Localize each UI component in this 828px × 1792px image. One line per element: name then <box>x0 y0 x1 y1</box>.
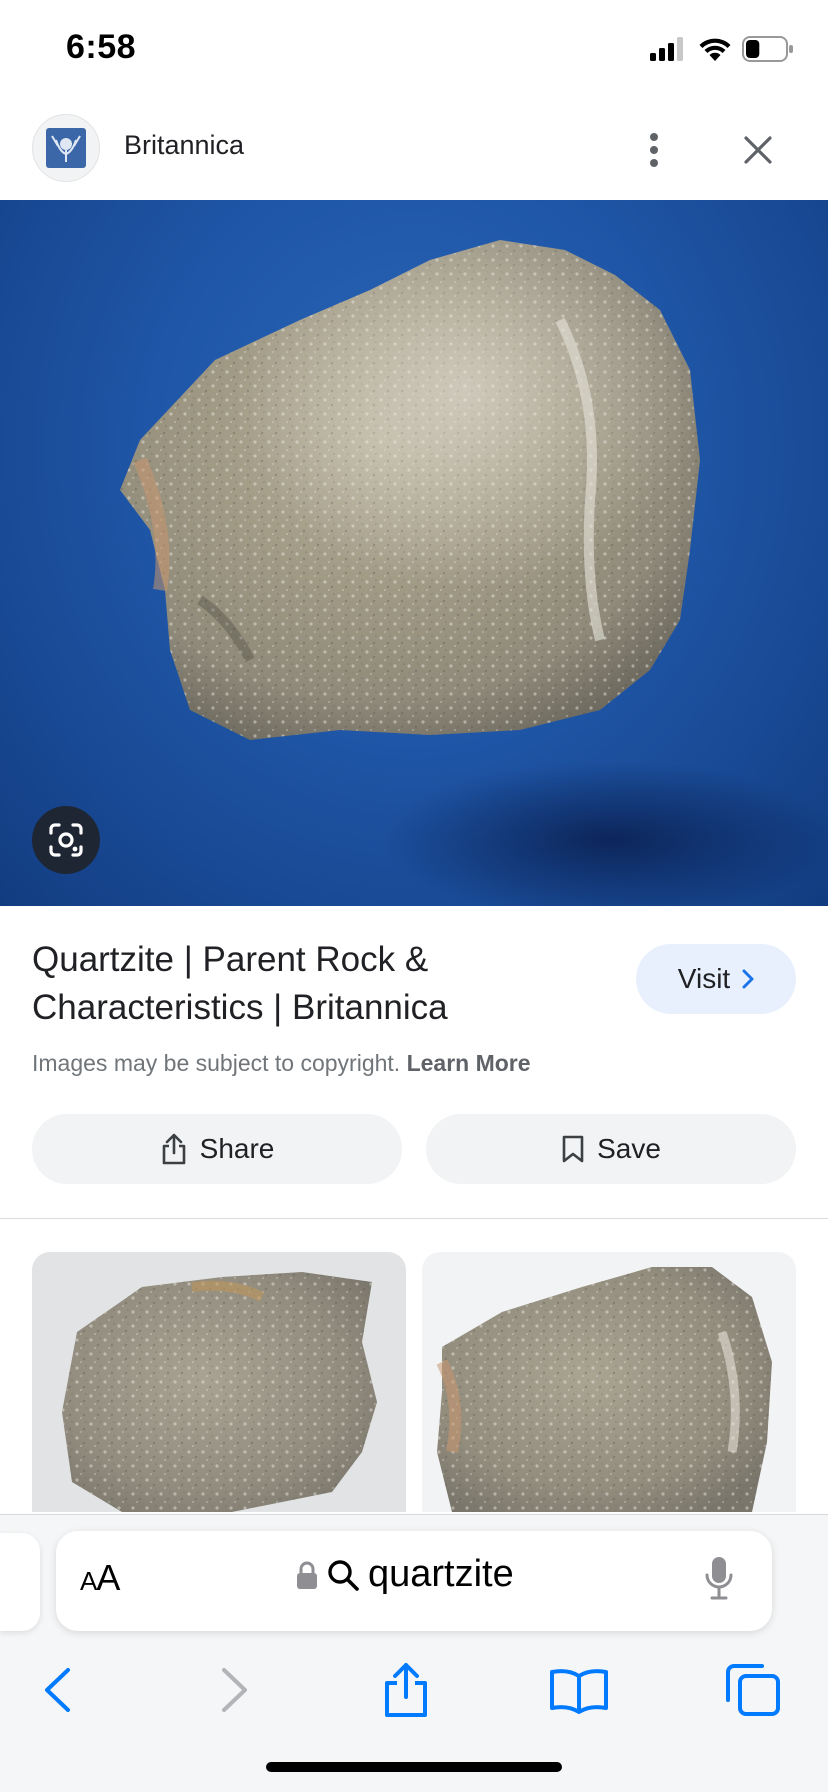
page-settings-button[interactable]: AA <box>80 1557 120 1599</box>
britannica-thistle-icon <box>46 128 86 168</box>
mic-icon <box>705 1557 733 1600</box>
battery-icon <box>742 36 793 62</box>
google-lens-button[interactable] <box>32 806 100 874</box>
share-label: Share <box>199 1133 275 1164</box>
browser-toolbar: AA quartzite <box>0 1514 828 1792</box>
address-bar[interactable]: AA quartzite <box>56 1531 772 1631</box>
back-icon <box>45 1668 70 1712</box>
close-button[interactable] <box>734 122 782 178</box>
lens-icon <box>49 823 83 857</box>
share-page-icon <box>385 1663 427 1717</box>
forward-button[interactable] <box>200 1655 270 1725</box>
lock-icon <box>297 1561 317 1589</box>
share-button[interactable]: Share <box>32 1114 402 1184</box>
chevron-right-icon <box>742 969 754 989</box>
signal-icon <box>650 37 683 61</box>
share-page-button[interactable] <box>371 1655 441 1725</box>
copyright-notice: Images may be subject to copyright. Lear… <box>32 1050 531 1077</box>
britannica-logo[interactable] <box>32 114 100 182</box>
lens-result-header: Britannica <box>0 100 828 200</box>
tabs-icon <box>726 1664 780 1716</box>
learn-more-link[interactable]: Learn More <box>407 1050 531 1076</box>
save-button[interactable]: Save <box>426 1114 796 1184</box>
url-field[interactable]: quartzite <box>296 1553 514 1596</box>
status-icons <box>650 36 794 62</box>
status-time: 6:58 <box>66 28 137 66</box>
share-icon <box>162 1133 185 1165</box>
save-label: Save <box>597 1133 661 1164</box>
main-image[interactable] <box>0 200 828 906</box>
related-image-2[interactable] <box>422 1252 796 1512</box>
section-divider <box>0 1218 828 1219</box>
close-icon <box>744 136 772 164</box>
quartzite-rock-image <box>120 240 700 740</box>
url-text: quartzite <box>368 1553 514 1595</box>
aa-small-label: A <box>80 1566 97 1596</box>
wifi-icon <box>699 38 731 61</box>
forward-icon <box>222 1668 247 1712</box>
previous-tab-preview[interactable] <box>0 1533 40 1631</box>
bookmark-icon <box>562 1135 584 1163</box>
browser-nav-row <box>0 1643 828 1733</box>
visit-label: Visit <box>677 963 731 994</box>
bookmarks-button[interactable] <box>544 1655 614 1725</box>
visit-button[interactable]: Visit <box>636 944 796 1014</box>
site-name[interactable]: Britannica <box>124 130 244 161</box>
bookmarks-icon <box>550 1669 608 1714</box>
search-icon <box>328 1559 359 1591</box>
result-title[interactable]: Quartzite | Parent Rock & Characteristic… <box>32 936 592 1032</box>
home-indicator[interactable] <box>266 1762 562 1772</box>
tabs-button[interactable] <box>718 1655 788 1725</box>
related-image-1[interactable] <box>32 1252 406 1512</box>
copyright-text: Images may be subject to copyright. <box>32 1050 401 1076</box>
status-bar: 6:58 <box>0 0 828 100</box>
more-options-button[interactable] <box>634 122 674 178</box>
more-vert-icon <box>650 133 658 167</box>
voice-search-button[interactable] <box>704 1555 734 1606</box>
aa-large-label: A <box>96 1557 120 1598</box>
related-rock-image-1 <box>62 1272 377 1512</box>
back-button[interactable] <box>22 1655 92 1725</box>
related-rock-image-2 <box>436 1267 772 1512</box>
